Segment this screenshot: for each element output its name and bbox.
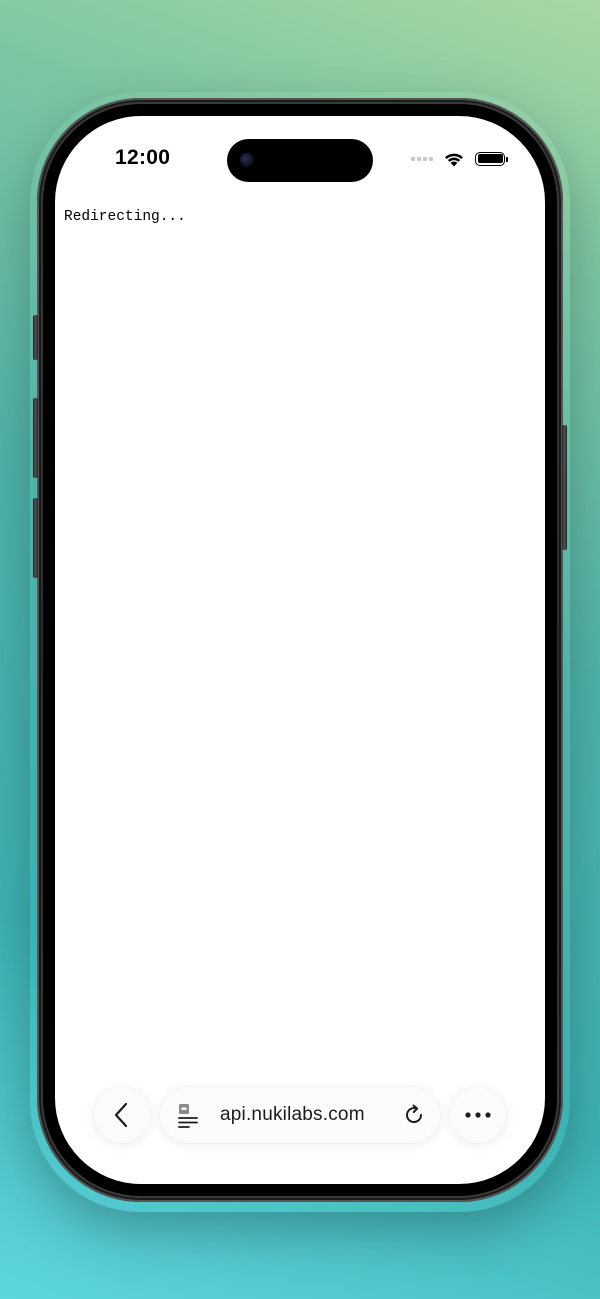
battery-icon <box>475 151 508 166</box>
reader-page-icon <box>178 1104 198 1128</box>
status-time: 12:00 <box>115 146 171 169</box>
volume-up-button <box>33 398 38 478</box>
url-text: api.nukilabs.com <box>220 1104 365 1125</box>
back-button[interactable] <box>94 1087 150 1143</box>
status-icons <box>411 150 508 167</box>
address-bar[interactable]: api.nukilabs.com <box>160 1087 440 1143</box>
action-button <box>33 315 38 360</box>
cellular-signal-icon <box>411 156 433 161</box>
browser-toolbar: api.nukilabs.com <box>55 1086 545 1146</box>
wifi-icon <box>445 153 463 167</box>
ellipsis-icon <box>465 1112 491 1118</box>
front-camera-icon <box>240 153 254 167</box>
chevron-left-icon <box>114 1102 128 1128</box>
volume-down-button <box>33 498 38 578</box>
redirect-message: Redirecting... <box>64 209 186 225</box>
power-button <box>562 425 567 550</box>
reload-icon[interactable] <box>402 1103 426 1127</box>
phone-screen: 12:00 Redirecting... api.nukilabs.com <box>55 116 545 1184</box>
more-button[interactable] <box>450 1087 506 1143</box>
dynamic-island <box>227 139 373 182</box>
